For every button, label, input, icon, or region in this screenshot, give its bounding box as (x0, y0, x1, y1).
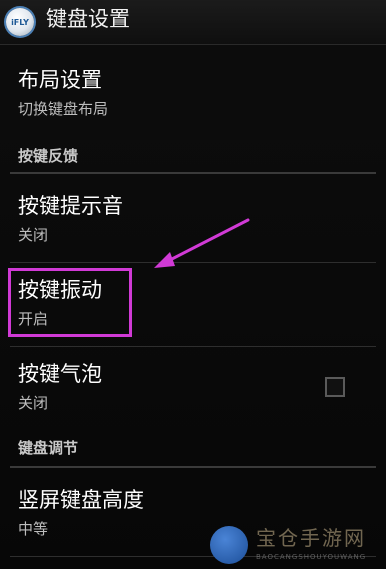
watermark: 宝仓手游网 BAOCANGSHOUYOUWANG (208, 524, 384, 568)
annotation-arrow-icon (154, 218, 250, 268)
watermark-subtext: BAOCANGSHOUYOUWANG (256, 553, 367, 561)
watermark-text: 宝仓手游网 (256, 526, 366, 550)
watermark-logo-icon (210, 526, 248, 564)
